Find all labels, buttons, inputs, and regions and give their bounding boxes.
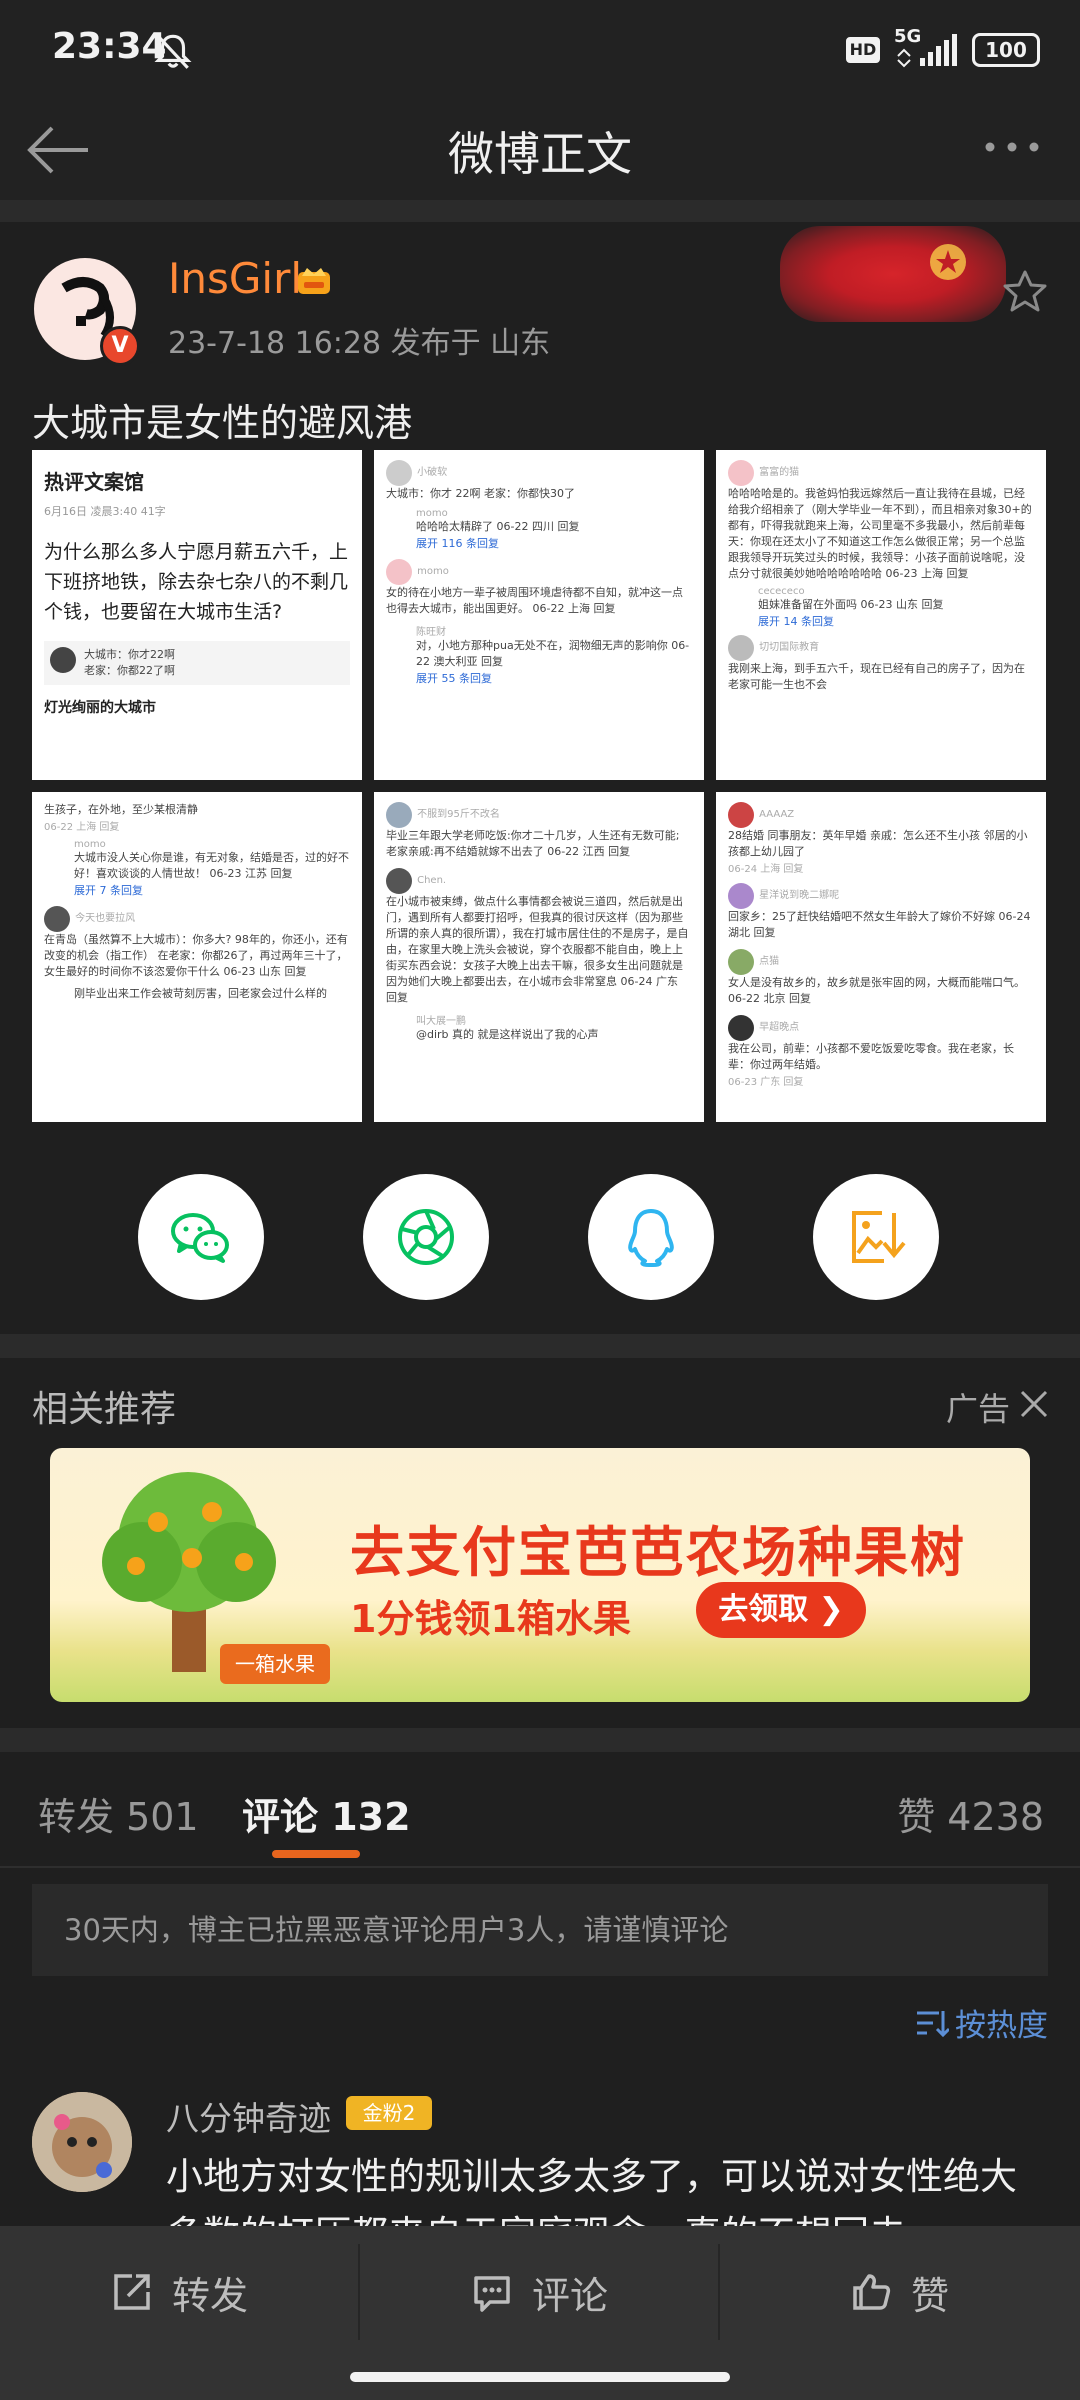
moments-aperture-icon <box>398 1209 454 1265</box>
sort-icon <box>917 2010 949 2037</box>
signal-icon: 5G <box>894 26 958 70</box>
mute-bell-icon <box>154 34 192 69</box>
divider <box>0 200 1080 222</box>
image-heading: 热评文案馆 <box>44 470 144 494</box>
post-text: 大城市是女性的避风港 <box>32 401 413 445</box>
save-image-icon <box>852 1211 906 1263</box>
share-qq-button[interactable] <box>588 1174 714 1300</box>
wechat-icon <box>171 1213 229 1263</box>
author-name[interactable]: InsGirl <box>168 254 302 303</box>
ad-headline: 去支付宝芭芭农场种果树 <box>350 1521 966 1584</box>
save-image-button[interactable] <box>813 1174 939 1300</box>
ad-subline: 1分钱领1箱水果 <box>350 1597 631 1641</box>
post-meta: 23-7-18 16:28 发布于 山东 <box>168 326 551 361</box>
comment-button[interactable]: 评论 <box>360 2226 718 2358</box>
ad-claim-button[interactable]: 去领取 ❯ <box>696 1582 866 1638</box>
commenter-name[interactable]: 八分钟奇迹 <box>166 2092 331 2140</box>
recommend-title: 相关推荐 <box>32 1389 177 1430</box>
share-wechat-button[interactable] <box>138 1174 264 1300</box>
comment-notice: 30天内，博主已拉黑恶意评论用户3人，请谨慎评论 <box>32 1884 1048 1976</box>
tab-likes[interactable]: 赞 4238 <box>897 1786 1044 1841</box>
home-indicator[interactable] <box>350 2372 730 2382</box>
share-moments-button[interactable] <box>363 1174 489 1300</box>
ad-label: 广告 <box>945 1390 1010 1428</box>
verified-badge-icon: V <box>100 326 140 366</box>
hd-icon: HD <box>846 37 880 63</box>
ad-banner[interactable]: 一箱水果 去支付宝芭芭农场种果树 1分钱领1箱水果 去领取 ❯ <box>50 1448 1030 1702</box>
divider <box>0 1334 1080 1358</box>
post-image-3[interactable]: 富富的猫 哈哈哈哈是的。我爸妈怕我远嫁然后一直让我待在县城，已经给我介绍相亲了（… <box>716 450 1046 780</box>
favorite-star-icon[interactable] <box>1002 268 1048 314</box>
page-title: 微博正文 <box>448 127 632 181</box>
post-image-2[interactable]: 小破软 大城市：你才 22啊 老家：你都快30了 momo 哈哈哈太精辟了 06… <box>374 450 704 780</box>
divider <box>0 1728 1080 1752</box>
more-options-icon[interactable] <box>982 132 1042 162</box>
tab-comments[interactable]: 评论 132 <box>242 1786 411 1841</box>
status-icons: HD 5G 100 <box>846 26 1040 70</box>
divider <box>0 1866 1080 1868</box>
post-image-5[interactable]: 不服到95斤不改名 毕业三年跟大学老师吃饭:你才二十几岁，人生还有无数可能; 老… <box>374 792 704 1122</box>
decoration-card <box>780 226 1006 322</box>
like-button[interactable]: 赞 <box>720 2226 1078 2358</box>
fan-badge: 金粉2 <box>346 2096 432 2130</box>
active-tab-indicator <box>272 1850 360 1858</box>
post-image-4[interactable]: 生孩子，在外地，至少某根清静 06-22 上海 回复 momo 大城市没人关心你… <box>32 792 362 1122</box>
commenter-avatar[interactable] <box>32 2092 132 2192</box>
sort-by-heat-button[interactable]: 按热度 <box>913 2000 1048 2045</box>
tab-forwards[interactable]: 转发 501 <box>38 1786 199 1841</box>
forward-button[interactable]: 转发 <box>0 2226 358 2358</box>
close-icon[interactable] <box>1018 1388 1050 1420</box>
thumbs-up-icon <box>853 2274 891 2310</box>
forward-icon <box>114 2274 150 2310</box>
crown-icon <box>298 268 330 294</box>
status-time: 23:34 <box>52 26 167 67</box>
post-image-1[interactable]: 热评文案馆 6月16日 凌晨3:40 41字 为什么那么多人宁愿月薪五六千，上下… <box>32 450 362 780</box>
battery-indicator: 100 <box>972 33 1040 67</box>
post-image-6[interactable]: AAAAZ 28结婚 同事朋友：英年早婚 亲戚：怎么还不生小孩 邻居的小孩都上幼… <box>716 792 1046 1122</box>
qq-penguin-icon <box>628 1209 674 1267</box>
fruit-box-label: 一箱水果 <box>220 1644 330 1684</box>
comment-icon <box>474 2276 510 2312</box>
